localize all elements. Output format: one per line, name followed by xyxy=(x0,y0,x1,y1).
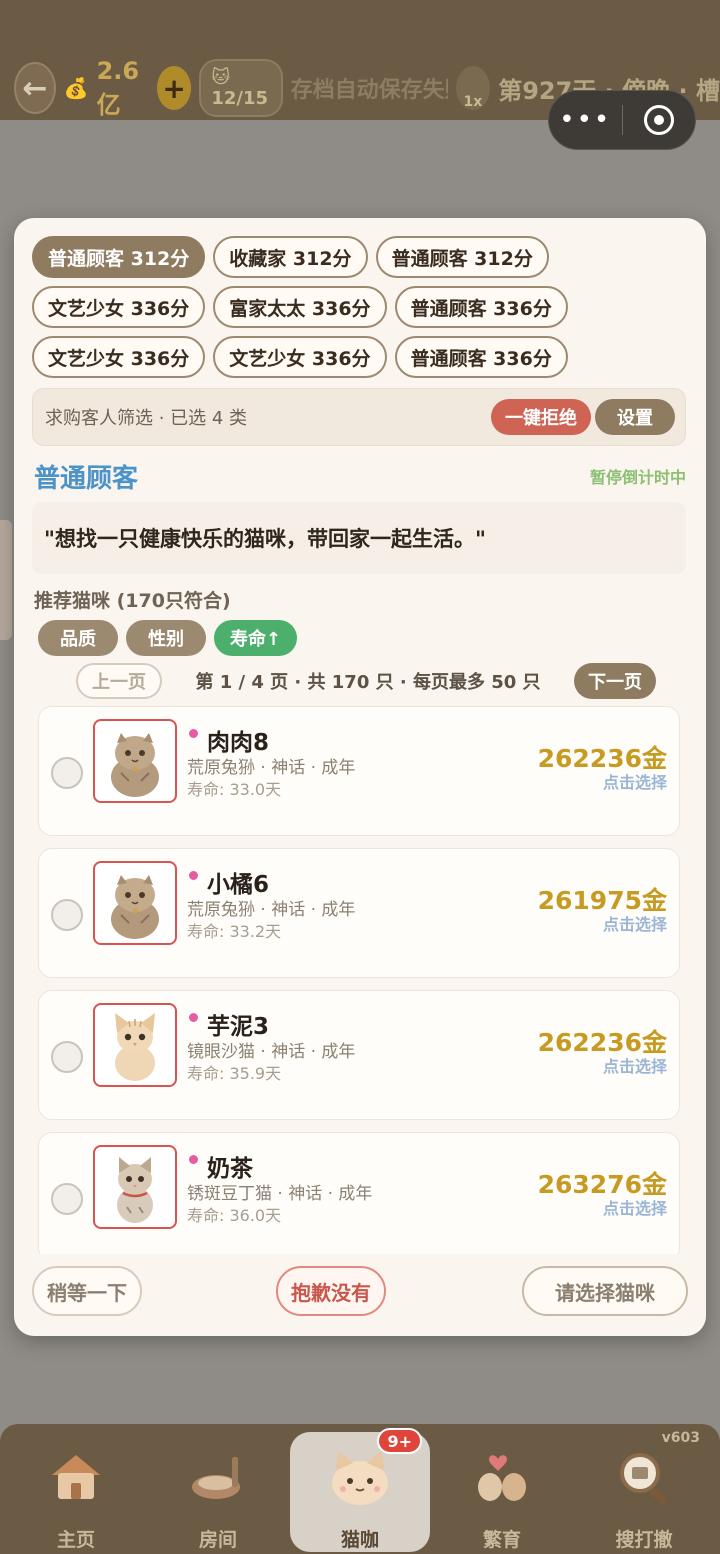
sort-options: 品质 性别 寿命↑ xyxy=(38,620,298,656)
select-radio[interactable] xyxy=(51,899,83,931)
next-page-button[interactable]: 下一页 xyxy=(574,663,656,699)
mini-program-capsule: ••• xyxy=(548,90,696,150)
nav-room[interactable]: 房间 xyxy=(148,1432,288,1552)
nav-home[interactable]: 主页 xyxy=(6,1432,146,1552)
customer-tag[interactable]: 普通顾客 312分 xyxy=(375,236,549,278)
cat-card[interactable]: 芋泥3 镜眼沙猫 · 神话 · 成年 寿命: 35.9天 262236金 点击选… xyxy=(38,990,680,1120)
confirm-cat-button[interactable]: 请选择猫咪 xyxy=(522,1266,688,1316)
cat-breed: 荒原兔狲 · 神话 · 成年 xyxy=(187,900,356,920)
reject-all-button[interactable]: 一键拒绝 xyxy=(491,399,591,435)
customer-tag[interactable]: 收藏家 312分 xyxy=(213,236,368,278)
nav-cafe[interactable]: 9+ 猫咖 xyxy=(290,1428,430,1552)
pick-hint[interactable]: 点击选择 xyxy=(603,769,667,793)
pick-hint[interactable]: 点击选择 xyxy=(603,1053,667,1077)
gender-dot xyxy=(189,729,198,738)
gender-dot xyxy=(189,1013,198,1022)
cat-avatar xyxy=(93,1145,177,1229)
cat-breed: 镜眼沙猫 · 神话 · 成年 xyxy=(187,1042,356,1062)
countdown-status: 暂停倒计时中 xyxy=(589,468,686,487)
add-money-button[interactable]: + xyxy=(156,66,192,110)
cat-card[interactable]: 小橘6 荒原兔狲 · 神话 · 成年 寿命: 33.2天 261975金 点击选… xyxy=(38,848,680,978)
customer-tag[interactable]: 普通顾客 336分 xyxy=(394,286,568,328)
customer-tag[interactable]: 文艺少女 336分 xyxy=(213,336,387,378)
filter-settings-button[interactable]: 设置 xyxy=(595,399,675,435)
money-bag-icon: 💰 xyxy=(63,76,89,100)
cat-avatar xyxy=(93,1003,177,1087)
customer-tag[interactable]: 普通顾客 312分 xyxy=(32,236,206,278)
prev-page-button[interactable]: 上一页 xyxy=(76,663,162,699)
cat-card[interactable]: 肉肉8 荒原兔狲 · 神话 · 成年 寿命: 33.0天 262236金 点击选… xyxy=(38,706,680,836)
target-icon xyxy=(643,105,674,135)
nav-label: 搜打撤 xyxy=(615,1529,673,1551)
more-menu-button[interactable]: ••• xyxy=(549,105,622,135)
sort-quality-button[interactable]: 品质 xyxy=(38,620,118,656)
close-mini-program-button[interactable] xyxy=(623,105,696,135)
cat-lifespan: 寿命: 36.0天 xyxy=(187,1206,282,1225)
speed-button[interactable]: 1x xyxy=(455,66,491,110)
customer-title: 普通顾客 xyxy=(34,464,139,494)
cat-list[interactable]: 肉肉8 荒原兔狲 · 神话 · 成年 寿命: 33.0天 262236金 点击选… xyxy=(38,706,680,1254)
cat-lifespan: 寿命: 35.9天 xyxy=(187,1064,282,1083)
select-radio[interactable] xyxy=(51,757,83,789)
cat-capacity: 🐱12/15 xyxy=(199,59,283,117)
news-ticker: 存档自动保存失败 · 上 xyxy=(290,78,448,103)
sand-cat-icon xyxy=(115,1013,155,1081)
cat-avatar xyxy=(93,861,177,945)
gender-dot xyxy=(189,871,198,880)
pick-hint[interactable]: 点击选择 xyxy=(603,1195,667,1219)
select-radio[interactable] xyxy=(51,1041,83,1073)
side-tab xyxy=(0,520,12,640)
nav-label: 猫咖 xyxy=(340,1529,379,1551)
nav-label: 繁育 xyxy=(482,1529,521,1551)
nav-breeding[interactable]: 繁育 xyxy=(432,1432,572,1552)
cat-lifespan: 寿命: 33.0天 xyxy=(187,780,282,799)
customer-tag[interactable]: 文艺少女 336分 xyxy=(32,286,206,328)
manul-cat-icon xyxy=(111,875,159,939)
customer-tag[interactable]: 富家太太 336分 xyxy=(213,286,387,328)
cat-name: 奶茶 xyxy=(207,1156,253,1182)
customer-tag[interactable]: 文艺少女 336分 xyxy=(32,336,206,378)
customer-filter-bar: 求购客人筛选 · 已选 4 类 一键拒绝 设置 xyxy=(32,388,686,446)
sort-gender-button[interactable]: 性别 xyxy=(126,620,206,656)
customer-dialog: 普通顾客 312分 收藏家 312分 普通顾客 312分 文艺少女 336分 富… xyxy=(14,218,706,1336)
nav-label: 主页 xyxy=(56,1529,95,1551)
house-icon xyxy=(41,1442,111,1511)
magnifier-icon xyxy=(609,1442,679,1511)
filter-summary: 求购客人筛选 · 已选 4 类 xyxy=(45,408,248,429)
tabby-cat-icon xyxy=(117,1157,153,1223)
customer-quote: "想找一只健康快乐的猫咪，带回家一起生活。" xyxy=(32,502,686,574)
wait-button[interactable]: 稍等一下 xyxy=(32,1266,142,1316)
nav-label: 房间 xyxy=(198,1529,237,1551)
nav-explore[interactable]: 搜打撤 xyxy=(574,1432,714,1552)
cat-bed-icon xyxy=(183,1442,253,1511)
back-arrow-icon[interactable]: ← xyxy=(14,62,56,114)
sort-lifespan-button[interactable]: 寿命↑ xyxy=(214,620,298,656)
manul-cat-icon xyxy=(111,733,159,797)
cat-breed: 锈斑豆丁猫 · 神话 · 成年 xyxy=(187,1184,373,1204)
cat-lifespan: 寿命: 33.2天 xyxy=(187,922,282,941)
cat-card[interactable]: 奶茶 锈斑豆丁猫 · 神话 · 成年 寿命: 36.0天 263276金 点击选… xyxy=(38,1132,680,1254)
customer-queue: 普通顾客 312分 收藏家 312分 普通顾客 312分 文艺少女 336分 富… xyxy=(32,236,692,378)
bottom-nav: v603 主页 房间 9+ 猫咖 繁育 搜打撤 xyxy=(0,1424,720,1554)
pick-hint[interactable]: 点击选择 xyxy=(603,911,667,935)
cat-couple-icon xyxy=(467,1442,537,1511)
notification-badge: 9+ xyxy=(377,1428,422,1454)
cat-name: 芋泥3 xyxy=(207,1014,270,1040)
customer-tag[interactable]: 普通顾客 336分 xyxy=(394,336,568,378)
cat-name: 肉肉8 xyxy=(207,730,270,756)
select-radio[interactable] xyxy=(51,1183,83,1215)
cat-name: 小橘6 xyxy=(207,872,270,898)
page-info: 第 1 / 4 页 · 共 170 只 · 每页最多 50 只 xyxy=(195,672,541,693)
recommend-title: 推荐猫咪 (170只符合) xyxy=(34,590,231,612)
cat-avatar xyxy=(93,719,177,803)
pagination: 上一页 第 1 / 4 页 · 共 170 只 · 每页最多 50 只 下一页 xyxy=(76,662,656,700)
decline-button[interactable]: 抱歉没有 xyxy=(276,1266,386,1316)
gender-dot xyxy=(189,1155,198,1164)
money-amount: 2.6亿 xyxy=(96,56,140,119)
cat-breed: 荒原兔狲 · 神话 · 成年 xyxy=(187,758,356,778)
